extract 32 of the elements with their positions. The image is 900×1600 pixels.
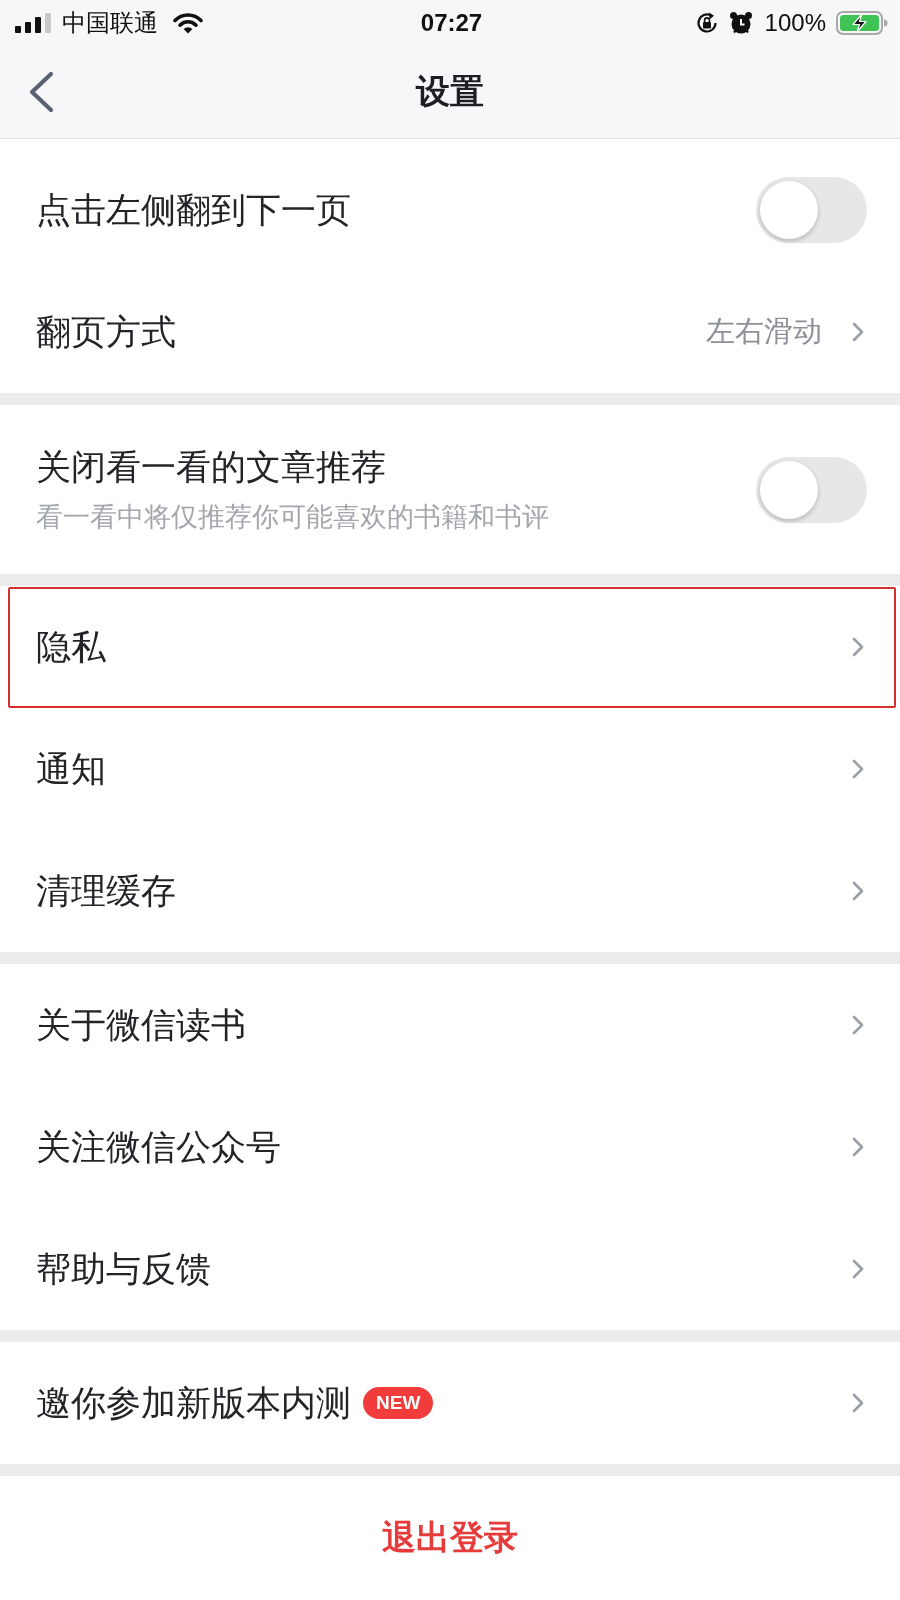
- chevron-icon: [852, 1393, 864, 1413]
- row-label: 关于微信读书: [36, 1003, 246, 1047]
- chevron-icon: [852, 1015, 864, 1035]
- rotation-lock-icon: [694, 11, 719, 35]
- carrier-name: 中国联通: [62, 8, 158, 38]
- page-title: 设置: [416, 70, 484, 113]
- alarm-clock-icon: [728, 11, 753, 35]
- chevron-icon: [852, 1259, 864, 1279]
- clock-time: 07:27: [420, 9, 483, 37]
- row-label: 清理缓存: [36, 869, 176, 913]
- row-label: 通知: [36, 747, 106, 791]
- signal-icon: [15, 13, 51, 33]
- chevron-icon: [852, 881, 864, 901]
- row-label: 邀你参加新版本内测: [36, 1381, 351, 1425]
- chevron-icon: [852, 759, 864, 779]
- row-label: 关闭看一看的文章推荐: [36, 446, 386, 489]
- battery-icon: [836, 11, 888, 35]
- row-label: 点击左侧翻到下一页: [36, 188, 351, 232]
- row-label: 隐私: [36, 625, 106, 669]
- battery-percent: 100%: [764, 9, 826, 37]
- new-badge: NEW: [363, 1387, 434, 1419]
- chevron-icon: [852, 637, 864, 657]
- row-label: 翻页方式: [36, 310, 176, 354]
- wifi-icon: [173, 12, 203, 34]
- back-icon[interactable]: [28, 71, 54, 113]
- row-label: 关注微信公众号: [36, 1125, 281, 1169]
- current-value: 左右滑动: [706, 313, 822, 350]
- chevron-icon: [852, 1137, 864, 1157]
- chevron-icon: [852, 322, 864, 342]
- row-description: 看一看中将仅推荐你可能喜欢的书籍和书评: [36, 500, 549, 534]
- row-label: 帮助与反馈: [36, 1247, 211, 1291]
- logout-button[interactable]: 退出登录: [0, 1476, 900, 1600]
